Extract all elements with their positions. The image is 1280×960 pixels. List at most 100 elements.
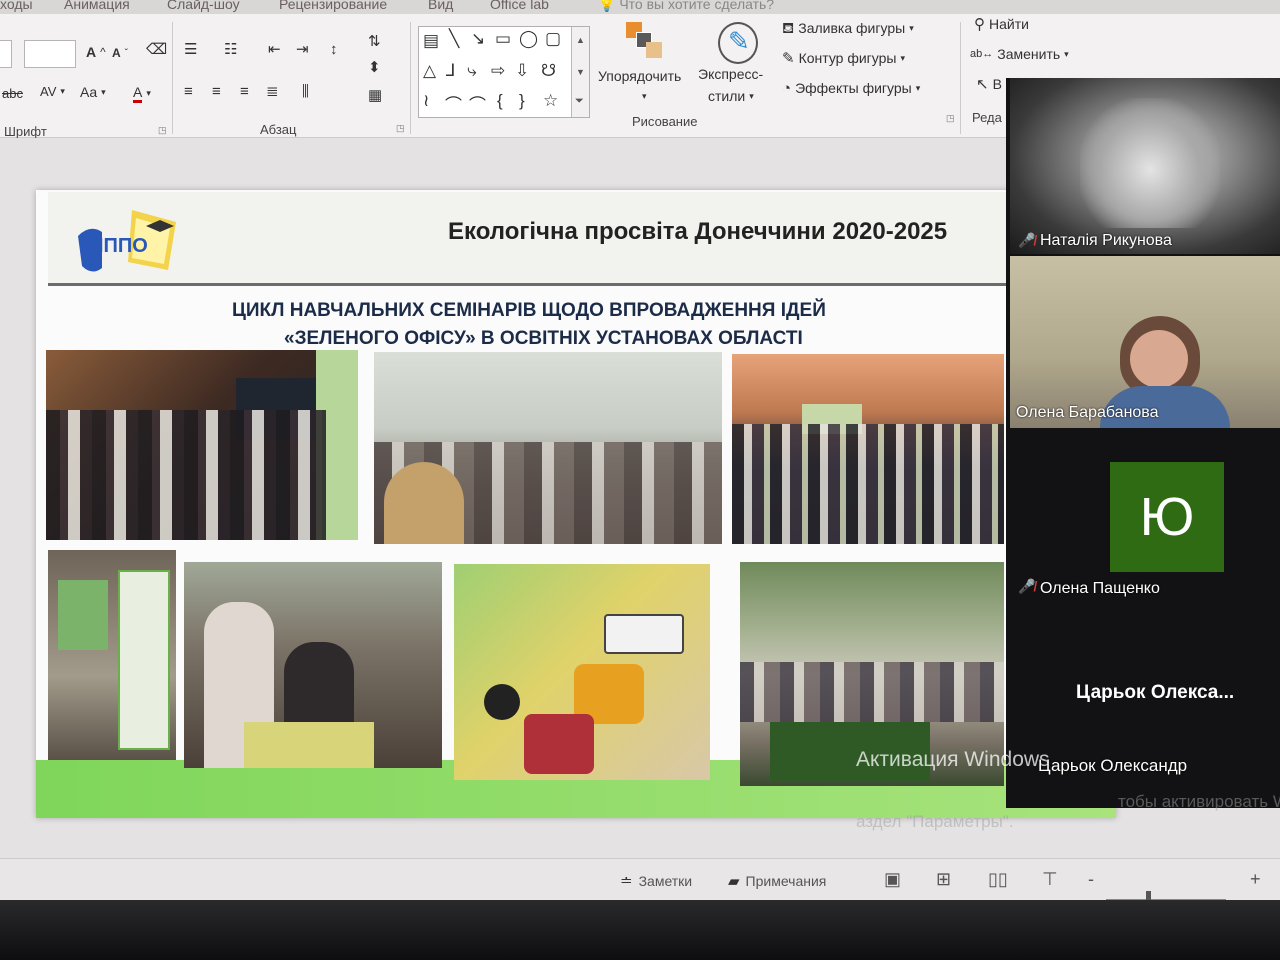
chevron-down-icon: ▾ (101, 86, 106, 97)
seminar-photo-3[interactable] (732, 354, 1004, 544)
select-button[interactable]: ↖ В (976, 76, 1002, 92)
more-shapes-icon[interactable]: ⏷ (575, 95, 584, 108)
freeform-shape-icon[interactable]: ☋ (541, 61, 556, 81)
seminar-photo-4[interactable] (48, 550, 176, 760)
dialog-launcher-icon[interactable]: ◳ (158, 126, 167, 135)
oval-shape-icon[interactable]: ◯ (519, 29, 538, 49)
normal-view-button[interactable]: ▣ (884, 869, 901, 890)
find-button[interactable]: ⚲ Найти (974, 16, 1029, 32)
shape-gallery[interactable]: ▤ ╲ ↘ ▭ ◯ ▢ △ ᒧ ⤷ ⇨ ⇩ ☋ ≀ ⌒ ⌒ { } ☆ ▲ ▼ … (418, 26, 590, 118)
align-text-icon: ⬍ (368, 59, 381, 76)
replace-button[interactable]: ab↔ Заменить ▾ (970, 46, 1069, 62)
grow-font-button[interactable]: A ^ (86, 44, 106, 60)
notes-button[interactable]: ≐ Заметки (620, 873, 692, 889)
presentation-icon: ⊤ (1042, 869, 1058, 889)
zoom-out-button[interactable]: - (1088, 869, 1094, 890)
char-spacing-button[interactable]: AV ▾ (40, 84, 65, 99)
right-arrow-shape-icon[interactable]: ⇨ (491, 61, 505, 81)
brace-right-shape-icon[interactable]: } (519, 91, 525, 111)
rounded-rect-shape-icon[interactable]: ▢ (545, 29, 561, 49)
seminar-photo-2[interactable] (374, 352, 722, 544)
shape-outline-button[interactable]: ✎ Контур фигуры ▾ (782, 50, 905, 66)
numbering-button[interactable]: ☷ (224, 42, 237, 57)
tell-me-search[interactable]: 💡 Что вы хотите сделать? (598, 0, 774, 13)
down-arrow-shape-icon[interactable]: ⇩ (515, 61, 529, 81)
reading-view-button[interactable]: ▯▯ (988, 869, 1008, 890)
brace-left-shape-icon[interactable]: { (497, 91, 503, 111)
participant-tile-1[interactable]: 🎤̸ Наталія Рикунова (1010, 78, 1280, 254)
participant-name-2: Олена Барабанова (1016, 404, 1159, 421)
align-left-button[interactable]: ≡ (184, 84, 193, 99)
comments-button[interactable]: ▰ Примечания (728, 873, 826, 889)
tab-transitions[interactable]: ходы (0, 0, 33, 12)
dialog-launcher-icon[interactable]: ◳ (396, 124, 405, 133)
clear-format-button[interactable]: ⌫ (146, 42, 167, 57)
justify-button[interactable]: ≣ (266, 84, 279, 99)
shape-fill-button[interactable]: ⛾ Заливка фигуры ▾ (782, 20, 914, 36)
bullets-button[interactable]: ☰ (184, 42, 197, 57)
chevron-down-icon: ▾ (642, 91, 647, 101)
font-size-box[interactable] (24, 40, 76, 68)
tab-review[interactable]: Рецензирование (279, 0, 387, 12)
arrow-line-shape-icon[interactable]: ↘ (471, 29, 485, 49)
smartart-button[interactable]: ▦ (368, 88, 382, 103)
chevron-down-icon: ▾ (915, 82, 921, 93)
chevron-up-icon[interactable]: ▲ (576, 35, 585, 45)
seminar-photo-5[interactable] (184, 562, 442, 768)
express-styles-button[interactable]: Экспресс- (698, 66, 763, 82)
chevron-down-icon[interactable]: ▼ (576, 67, 585, 77)
smartart-icon: ▦ (368, 87, 383, 104)
search-icon: ⚲ (974, 15, 985, 33)
align-center-button[interactable]: ≡ (212, 84, 221, 99)
slide[interactable]: ІППО Екологічна просвіта Донеччини 2020-… (36, 190, 1116, 818)
presentation-app-screen: ходы Анимация Слайд-шоу Рецензирование В… (0, 0, 1280, 900)
paint-bucket-icon: ⛾ (782, 19, 795, 37)
star-shape-icon[interactable]: ☆ (543, 91, 558, 111)
zoom-in-button[interactable]: + (1250, 869, 1261, 890)
triangle-shape-icon[interactable]: △ (423, 61, 436, 81)
zoom-slider-thumb[interactable] (1146, 891, 1151, 900)
columns-button[interactable]: ⫼ (302, 84, 309, 99)
gallery-scroll[interactable]: ▲ ▼ ⏷ (571, 27, 589, 117)
shape-effects-button[interactable]: ◔ Эффекты фигуры ▾ (782, 80, 920, 96)
decrease-indent-button[interactable]: ⇤ (268, 42, 281, 57)
align-right-icon: ≡ (240, 83, 249, 100)
line-shape-icon[interactable]: ╲ (449, 29, 459, 49)
tab-slideshow[interactable]: Слайд-шоу (167, 0, 240, 12)
textbox-shape-icon[interactable]: ▤ (423, 31, 439, 51)
participant-tile-3[interactable]: Ю 🎤̸ Олена Пащенко (1010, 430, 1280, 606)
change-case-button[interactable]: Aa ▾ (80, 84, 106, 100)
chevron-down-icon: ▾ (1064, 48, 1069, 59)
squiggle-shape-icon[interactable]: ≀ (423, 91, 429, 111)
cursor-icon: ↖ (976, 75, 989, 93)
seminar-photo-1[interactable] (46, 350, 358, 540)
tab-office-lab[interactable]: Office lab (490, 0, 549, 12)
align-right-button[interactable]: ≡ (240, 84, 249, 99)
status-bar: ≐ Заметки ▰ Примечания ▣ ⊞ ▯▯ ⊤ - + (0, 858, 1280, 900)
tab-animation[interactable]: Анимация (64, 0, 130, 12)
connector-shape-icon[interactable]: ᒧ (445, 61, 455, 81)
video-call-panel: 🎤̸ Наталія Рикунова Олена Барабанова Ю 🎤… (1006, 78, 1280, 808)
text-direction-button[interactable]: ⇅ (368, 34, 381, 49)
tab-view[interactable]: Вид (428, 0, 453, 12)
font-color-button[interactable]: A ▾ (133, 84, 151, 103)
participant-tile-2[interactable]: Олена Барабанова (1010, 256, 1280, 428)
slideshow-button[interactable]: ⊤ (1042, 869, 1058, 890)
chevron-down-icon: ▾ (749, 90, 754, 101)
curve-shape-icon[interactable]: ⌒ (469, 91, 486, 116)
font-name-box[interactable] (0, 40, 12, 68)
arrange-button[interactable]: Упорядочить (598, 68, 681, 84)
arc-shape-icon[interactable]: ⌒ (445, 91, 462, 116)
rectangle-shape-icon[interactable]: ▭ (495, 29, 511, 49)
align-text-button[interactable]: ⬍ (368, 60, 381, 75)
normal-view-icon: ▣ (884, 869, 902, 889)
eco-equipment-photo[interactable] (454, 564, 710, 780)
strikethrough-button[interactable]: abc (2, 86, 23, 101)
dialog-launcher-icon[interactable]: ◳ (946, 114, 955, 123)
increase-indent-button[interactable]: ⇥ (296, 42, 309, 57)
align-center-icon: ≡ (212, 83, 221, 100)
elbow-connector-shape-icon[interactable]: ⤷ (467, 61, 477, 81)
shrink-font-button[interactable]: Aˇ (112, 46, 128, 60)
slide-sorter-button[interactable]: ⊞ (936, 869, 951, 890)
line-spacing-button[interactable]: ↕ (330, 42, 338, 57)
